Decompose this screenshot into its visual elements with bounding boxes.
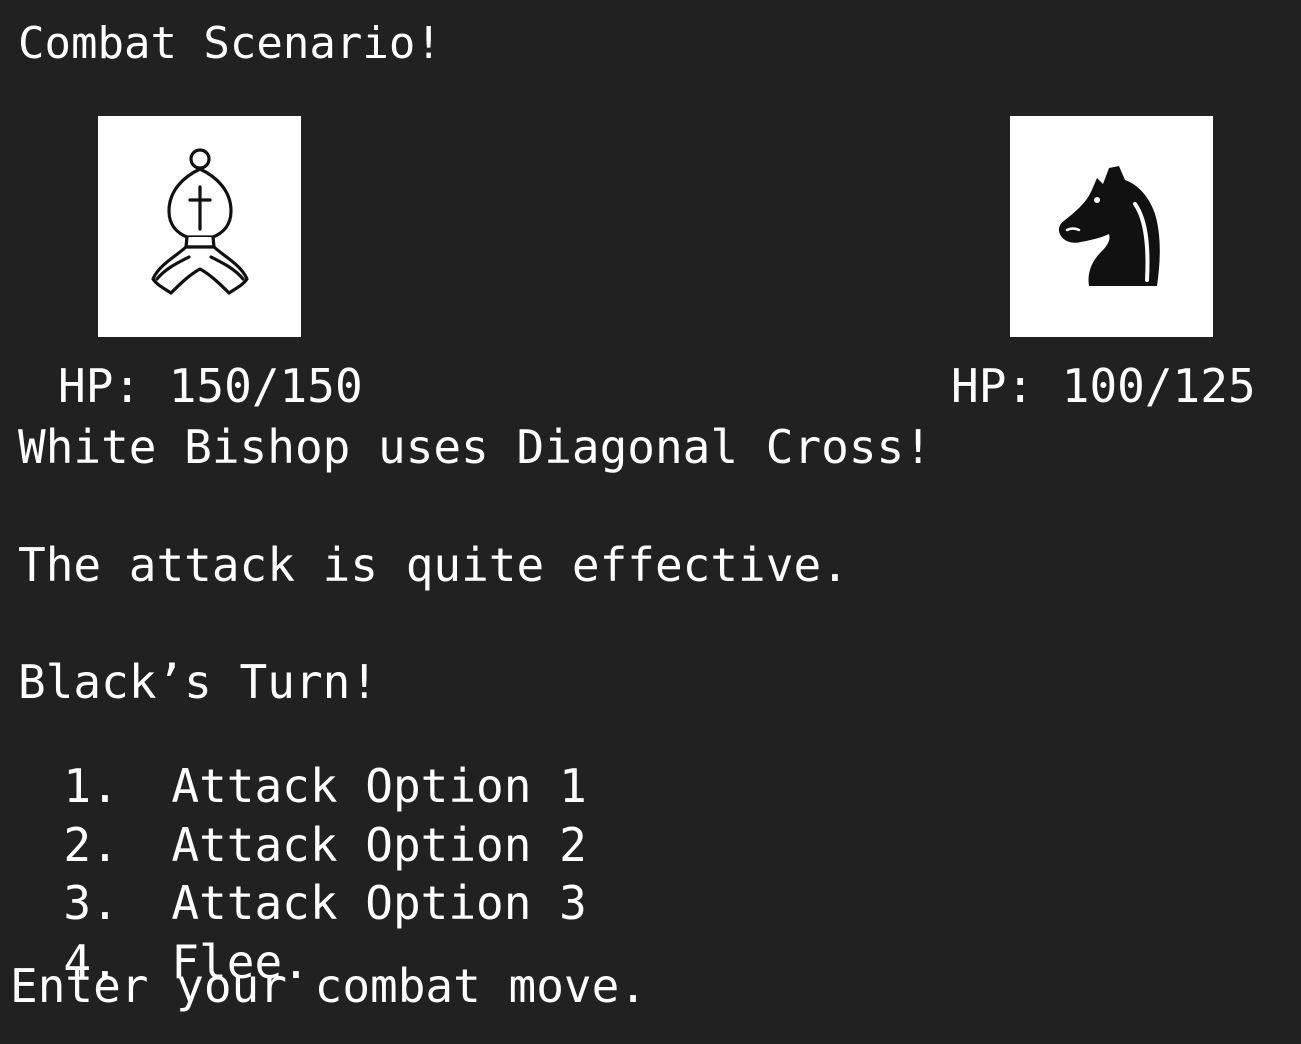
black-knight-icon	[1058, 165, 1160, 286]
input-prompt: Enter your combat move.	[10, 959, 647, 1013]
white-bishop-icon	[150, 147, 249, 295]
combat-log-line: White Bishop uses Diagonal Cross!	[18, 420, 932, 474]
enemy-portrait	[1010, 116, 1213, 337]
combat-log-line: The attack is quite effective.	[18, 538, 849, 592]
enemy-hp: HP: 100/125	[951, 359, 1256, 413]
screen-title: Combat Scenario!	[18, 18, 442, 69]
player-hp: HP: 150/150	[58, 359, 363, 413]
player-portrait	[98, 116, 301, 337]
turn-indicator: Black’s Turn!	[18, 655, 379, 709]
